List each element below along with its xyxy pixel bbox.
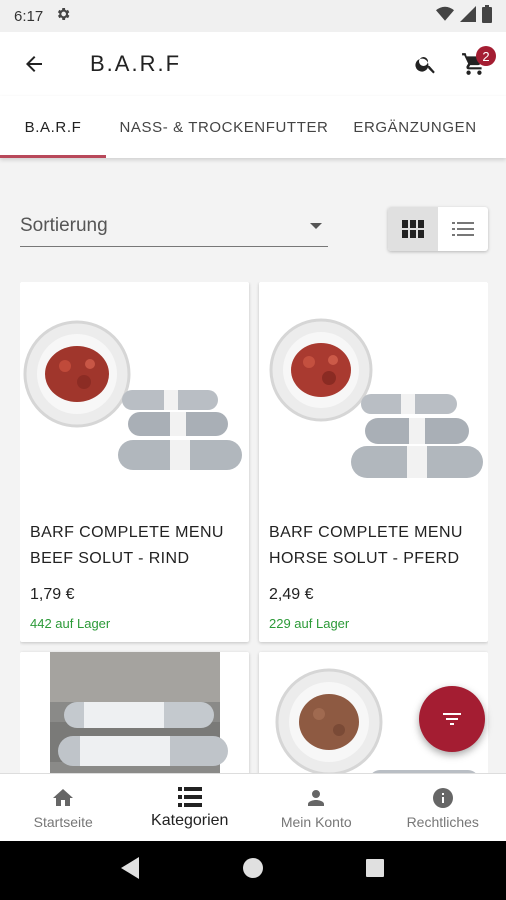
info-icon <box>432 787 453 808</box>
product-image <box>20 652 249 773</box>
back-button[interactable] <box>10 40 58 88</box>
circle-home-icon <box>242 858 263 878</box>
sort-dropdown[interactable]: Sortierung <box>20 205 328 247</box>
nav-label: Startseite <box>33 813 93 830</box>
product-card[interactable]: BARF COMPLETE MENU BEEF SOLUT - RIND 1,7… <box>20 282 249 642</box>
product-image <box>20 282 249 502</box>
square-recents-icon <box>366 859 385 877</box>
product-name: BARF COMPLETE MENU BEEF SOLUT - RIND <box>30 524 224 567</box>
system-recents-button[interactable] <box>365 858 385 883</box>
nav-label: Kategorien <box>151 811 229 829</box>
person-icon <box>308 789 325 806</box>
grid-view-button[interactable] <box>388 207 438 251</box>
product-stock: 442 auf Lager <box>30 616 111 631</box>
nav-item-startseite[interactable]: Startseite <box>0 774 127 841</box>
page-title: B.A.R.F <box>90 51 182 76</box>
nav-label: Rechtliches <box>406 813 479 830</box>
sort-label: Sortierung <box>20 214 108 236</box>
system-back-button[interactable] <box>120 857 141 884</box>
bottom-navigation: Startseite Kategorien Mein Konto Rechtli… <box>0 773 506 841</box>
battery-icon <box>482 5 492 27</box>
tab-barf[interactable]: B.A.R.F <box>0 96 106 158</box>
cart-button[interactable]: 2 <box>450 40 498 88</box>
product-price: 2,49 € <box>269 586 314 603</box>
product-grid: BARF COMPLETE MENU BEEF SOLUT - RIND 1,7… <box>20 282 488 773</box>
system-home-button[interactable] <box>242 857 264 884</box>
settings-icon <box>55 6 71 26</box>
grid-view-icon <box>402 220 424 238</box>
nav-item-kategorien[interactable]: Kategorien <box>127 774 254 841</box>
tab-nass-trockenfutter[interactable]: NASS- & TROCKENFUTTER <box>106 96 342 158</box>
home-icon <box>53 788 74 806</box>
list-view-icon <box>452 222 474 236</box>
status-bar: 6:17 <box>0 0 506 32</box>
tab-ergaenzungen[interactable]: ERGÄNZUNGEN <box>342 96 488 158</box>
signal-icon <box>460 6 476 26</box>
filter-button[interactable] <box>419 686 485 752</box>
nav-label: Mein Konto <box>280 813 352 830</box>
app-bar: B.A.R.F 2 <box>0 32 506 96</box>
view-toggle <box>388 207 488 251</box>
filter-icon <box>443 713 461 725</box>
wifi-icon <box>436 6 454 26</box>
cart-badge: 2 <box>476 46 496 66</box>
list-icon <box>177 786 202 807</box>
product-stock: 229 auf Lager <box>269 616 350 631</box>
nav-item-rechtliches[interactable]: Rechtliches <box>380 774 506 841</box>
product-image <box>259 282 488 502</box>
search-icon <box>415 57 435 74</box>
product-name: BARF COMPLETE MENU HORSE SOLUT - PFERD <box>269 524 463 567</box>
list-view-button[interactable] <box>438 207 488 251</box>
product-price: 1,79 € <box>30 586 75 603</box>
category-tabs: B.A.R.F NASS- & TROCKENFUTTER ERGÄNZUNGE… <box>0 96 506 158</box>
triangle-back-icon <box>120 857 139 879</box>
product-card[interactable]: BARF COMPLETE MENU HORSE SOLUT - PFERD 2… <box>259 282 488 642</box>
nav-item-mein-konto[interactable]: Mein Konto <box>253 774 380 841</box>
arrow-back-icon <box>26 56 42 72</box>
search-button[interactable] <box>402 40 450 88</box>
system-navigation-bar <box>0 841 506 900</box>
dropdown-arrow-icon <box>310 222 322 229</box>
product-card[interactable] <box>20 652 249 773</box>
status-time: 6:17 <box>14 7 44 25</box>
